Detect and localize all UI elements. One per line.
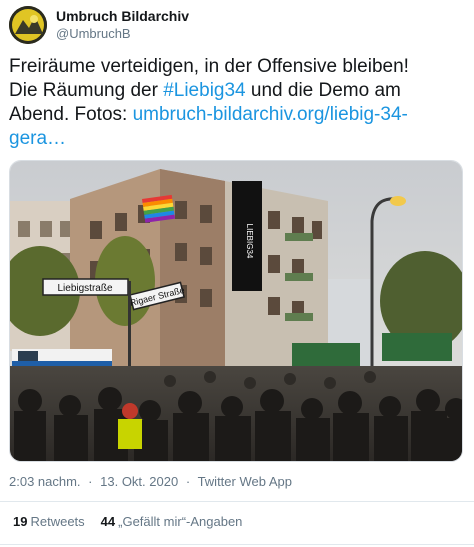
likes-label: „Gefällt mir“-Angaben [118,514,243,529]
display-name[interactable]: Umbruch Bildarchiv [56,7,189,25]
divider [0,501,474,502]
divider [0,544,474,545]
tweet-meta: 2:03 nachm. · 13. Okt. 2020 · Twitter We… [9,474,296,489]
user-names: Umbruch Bildarchiv @UmbruchB [56,7,189,43]
url-link-part2[interactable]: gera… [9,128,66,149]
tweet-photo[interactable]: LIEBIG34 Liebigstraße Rigaer Straße [9,160,463,462]
tweet-line2-pre: Die Räumung der [9,80,164,101]
tweet-line1: Freiräume verteidigen, in der Offensive … [9,56,409,77]
street-sign-text: Liebigstraße [57,283,112,294]
meta-separator: · [88,474,93,489]
banner-text: LIEBIG34 [245,224,254,259]
user-handle[interactable]: @UmbruchB [56,25,189,43]
retweets-stat[interactable]: 19 Retweets [13,514,85,529]
tweet-time[interactable]: 2:03 nachm. [9,474,81,489]
retweets-label: Retweets [30,514,85,529]
tweet-stats: 19 Retweets 44 „Gefällt mir“-Angaben [13,514,242,529]
url-link-part1[interactable]: umbruch-bildarchiv.org/liebig-34- [133,104,408,125]
tweet-date[interactable]: 13. Okt. 2020 [100,474,178,489]
tweet-card: Umbruch Bildarchiv @UmbruchB Freiräume v… [0,0,474,547]
tweet-source[interactable]: Twitter Web App [198,474,292,489]
tweet-line3-pre: Abend. Fotos: [9,104,133,125]
tweet-header: Umbruch Bildarchiv @UmbruchB [9,5,189,45]
tweet-text: Freiräume verteidigen, in der Offensive … [9,55,464,151]
retweets-count: 19 [13,514,28,529]
likes-count: 44 [100,514,116,529]
likes-stat[interactable]: 44 „Gefällt mir“-Angaben [101,514,243,529]
meta-separator: · [185,474,191,489]
tweet-line2-post: und die Demo am [245,80,401,101]
hashtag-link[interactable]: #Liebig34 [163,80,245,101]
avatar[interactable] [9,6,47,44]
